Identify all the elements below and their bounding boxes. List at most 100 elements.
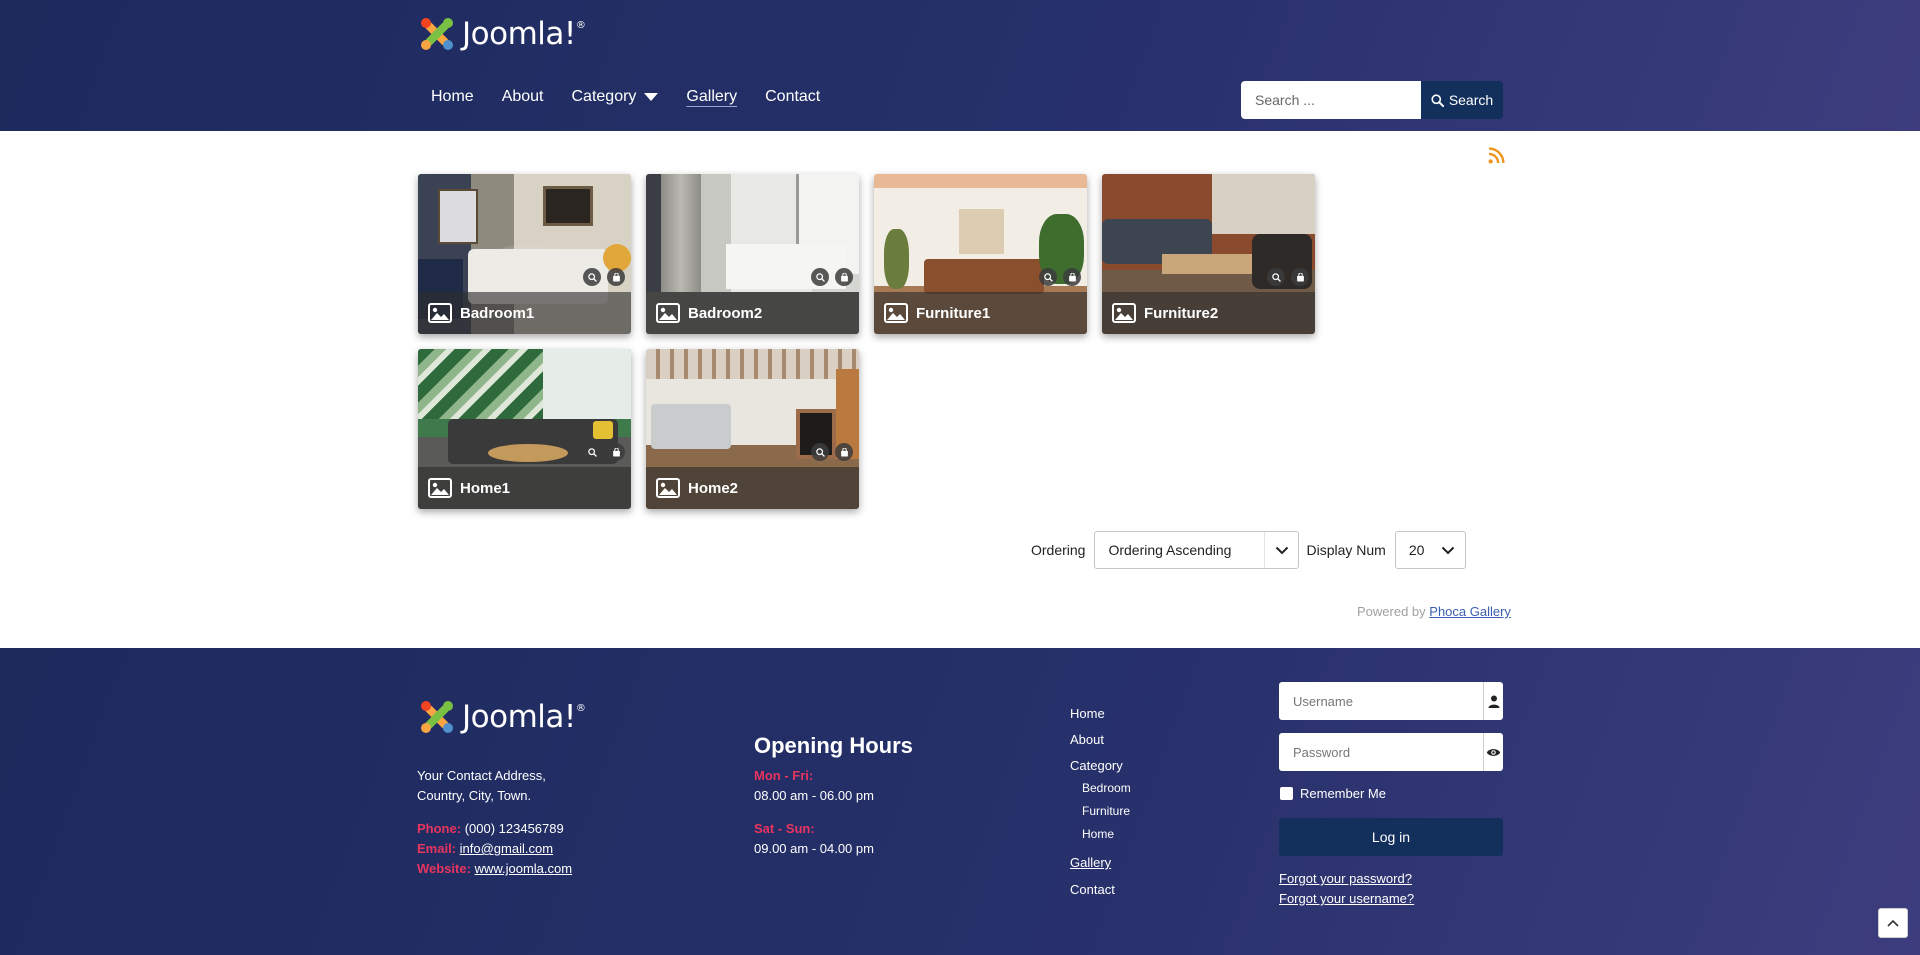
nav-about-label: About xyxy=(501,88,544,105)
zoom-icon[interactable] xyxy=(1039,268,1057,286)
website-label: Website: xyxy=(417,861,471,876)
caret-down-icon[interactable] xyxy=(644,93,659,101)
zoom-icon[interactable] xyxy=(583,268,601,286)
footer-menu-contact[interactable]: Contact xyxy=(1070,882,1115,897)
nav-gallery-label: Gallery xyxy=(686,88,738,105)
footer-menu-home[interactable]: Home xyxy=(1070,706,1105,721)
gallery-item[interactable]: Badroom2 xyxy=(646,174,859,334)
chevron-down-icon xyxy=(1431,532,1465,568)
footer-menu-category[interactable]: Category xyxy=(1070,758,1123,773)
display-num-label: Display Num xyxy=(1306,542,1386,558)
weekday-hours-value: 08.00 am - 06.00 pm xyxy=(754,788,874,803)
website-link[interactable]: www.joomla.com xyxy=(475,861,573,876)
gallery-ordering-controls: Ordering Ordering Ascending Display Num … xyxy=(1031,531,1466,569)
zoom-icon[interactable] xyxy=(811,443,829,461)
ordering-label: Ordering xyxy=(1031,542,1086,558)
back-to-top-button[interactable] xyxy=(1878,908,1908,938)
login-button[interactable]: Log in xyxy=(1279,818,1503,856)
password-input[interactable] xyxy=(1279,733,1483,771)
gallery-item-title: Furniture2 xyxy=(1144,304,1219,322)
zoom-icon[interactable] xyxy=(811,268,829,286)
rss-feed-link[interactable] xyxy=(1488,147,1505,169)
zoom-icon[interactable] xyxy=(583,443,601,461)
show-password-eye-icon[interactable] xyxy=(1483,733,1503,771)
address-line-2: Country, City, Town. xyxy=(417,788,532,803)
weekday-hours: Mon - Fri: 08.00 am - 06.00 pm xyxy=(754,766,874,806)
nav-home[interactable]: Home xyxy=(431,88,474,106)
remember-me-checkbox[interactable] xyxy=(1280,787,1293,800)
ordering-select[interactable]: Ordering Ascending xyxy=(1094,531,1300,569)
footer-logo-wordmark: Joomla!® xyxy=(462,698,586,735)
email-link[interactable]: info@gmail.com xyxy=(460,841,553,856)
download-icon[interactable] xyxy=(607,443,625,461)
image-icon xyxy=(656,478,680,498)
footer-address: Your Contact Address, Country, City, Tow… xyxy=(417,766,546,806)
footer-menu-home-sub[interactable]: Home xyxy=(1082,827,1114,841)
image-icon xyxy=(884,303,908,323)
username-field xyxy=(1279,682,1503,720)
main-nav: Home About Category Gallery Contact xyxy=(431,88,848,106)
nav-about[interactable]: About xyxy=(502,88,544,106)
footer-menu-furniture[interactable]: Furniture xyxy=(1082,804,1130,818)
weekday-label: Mon - Fri: xyxy=(754,768,814,783)
image-icon xyxy=(656,303,680,323)
gallery-item[interactable]: Furniture1 xyxy=(874,174,1087,334)
gallery-item-title: Home2 xyxy=(688,479,739,497)
download-icon[interactable] xyxy=(835,268,853,286)
joomla-logo-icon xyxy=(421,701,453,733)
gallery-item-caption: Badroom1 xyxy=(418,292,631,334)
gallery-item-caption: Badroom2 xyxy=(646,292,859,334)
powered-by: Powered by Phoca Gallery xyxy=(1357,604,1511,619)
gallery-item[interactable]: Furniture2 xyxy=(1102,174,1315,334)
forgot-username-link[interactable]: Forgot your username? xyxy=(1279,891,1414,906)
display-num-select-value: 20 xyxy=(1408,542,1425,558)
remember-me-label: Remember Me xyxy=(1300,786,1386,801)
footer-contact-info: Phone: (000) 123456789 Email: info@gmail… xyxy=(417,819,572,879)
gallery-item-title: Badroom1 xyxy=(460,304,535,322)
download-icon[interactable] xyxy=(607,268,625,286)
joomla-logo-icon xyxy=(421,18,453,50)
weekend-label: Sat - Sun: xyxy=(754,821,815,836)
remember-me[interactable]: Remember Me xyxy=(1280,786,1386,801)
forgot-password-link[interactable]: Forgot your password? xyxy=(1279,871,1412,886)
download-icon[interactable] xyxy=(835,443,853,461)
download-icon[interactable] xyxy=(1291,268,1309,286)
phoca-gallery-link[interactable]: Phoca Gallery xyxy=(1429,604,1511,619)
weekend-hours-value: 09.00 am - 04.00 pm xyxy=(754,841,874,856)
logo-wordmark: Joomla!® xyxy=(462,15,586,52)
address-line-1: Your Contact Address, xyxy=(417,768,546,783)
download-icon[interactable] xyxy=(1063,268,1081,286)
search-button[interactable]: Search xyxy=(1421,81,1503,119)
gallery-item[interactable]: Home1 xyxy=(418,349,631,509)
email-label: Email: xyxy=(417,841,457,856)
gallery-item-title: Home1 xyxy=(460,479,511,497)
gallery-item-caption: Furniture1 xyxy=(874,292,1087,334)
password-field xyxy=(1279,733,1503,771)
footer-joomla-logo[interactable]: Joomla!® xyxy=(418,698,586,736)
search-input[interactable] xyxy=(1241,81,1421,119)
search-form: Search xyxy=(1241,81,1503,119)
username-input[interactable] xyxy=(1279,682,1483,720)
chevron-up-icon xyxy=(1887,919,1899,927)
opening-hours-title: Opening Hours xyxy=(754,733,913,758)
image-icon xyxy=(1112,303,1136,323)
site-footer: Joomla!® Your Contact Address, Country, … xyxy=(0,648,1920,955)
footer-menu-about[interactable]: About xyxy=(1070,732,1104,747)
joomla-logo[interactable]: Joomla!® xyxy=(418,15,586,53)
nav-gallery[interactable]: Gallery xyxy=(686,88,737,106)
chevron-down-icon xyxy=(1264,532,1298,568)
image-icon xyxy=(428,303,452,323)
footer-menu-gallery[interactable]: Gallery xyxy=(1070,855,1111,870)
image-icon xyxy=(428,478,452,498)
gallery-item[interactable]: Home2 xyxy=(646,349,859,509)
zoom-icon[interactable] xyxy=(1267,268,1285,286)
footer-menu-bedroom[interactable]: Bedroom xyxy=(1082,781,1131,795)
nav-category-label: Category xyxy=(571,88,637,105)
display-num-select[interactable]: 20 xyxy=(1394,531,1466,569)
search-button-label: Search xyxy=(1448,92,1494,108)
nav-contact-label: Contact xyxy=(765,88,821,105)
nav-category[interactable]: Category xyxy=(572,88,659,106)
nav-contact[interactable]: Contact xyxy=(765,88,820,106)
site-header: Joomla!® Home About Category Gallery Con… xyxy=(0,0,1920,131)
gallery-item[interactable]: Badroom1 xyxy=(418,174,631,334)
